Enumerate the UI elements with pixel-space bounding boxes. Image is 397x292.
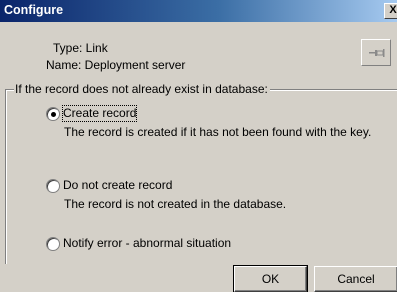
radio-selected-dot (50, 111, 56, 117)
configure-dialog: Configure X Type: Link Name: Deployment … (0, 0, 397, 292)
radio-button[interactable] (46, 237, 60, 251)
name-label: Name: Deployment server (46, 58, 186, 72)
radio-label[interactable]: Create record (61, 105, 138, 122)
ok-button[interactable]: OK (233, 265, 308, 292)
type-label: Type: Link (53, 41, 108, 55)
group-legend: If the record does not already exist in … (14, 82, 270, 96)
radio-button[interactable] (46, 107, 60, 121)
option-description: The record is not created in the databas… (64, 197, 287, 211)
radio-label[interactable]: Do not create record (63, 178, 172, 193)
option-description: The record is created if it has not been… (64, 125, 372, 139)
close-button[interactable]: X (384, 3, 397, 19)
window-title: Configure (4, 3, 64, 17)
pin-button[interactable] (361, 39, 391, 66)
cancel-button[interactable]: Cancel (314, 266, 397, 292)
radio-button[interactable] (46, 179, 60, 193)
close-icon: X (389, 4, 397, 16)
pin-icon (369, 49, 385, 57)
radio-label[interactable]: Notify error - abnormal situation (63, 236, 231, 251)
title-bar[interactable]: Configure X (0, 0, 397, 22)
